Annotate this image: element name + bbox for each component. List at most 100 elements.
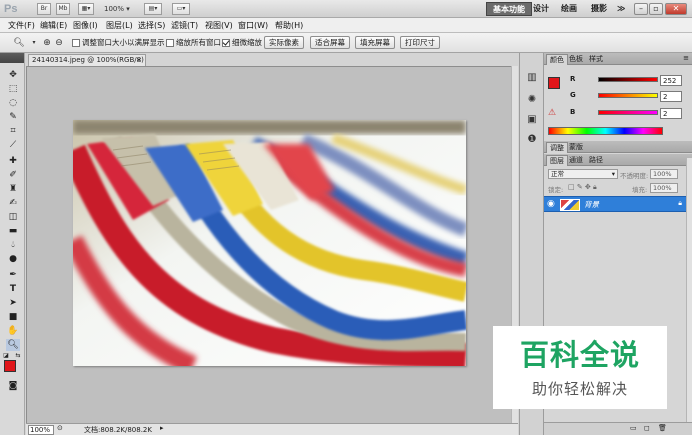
foreground-color-swatch[interactable]: [4, 360, 16, 372]
panel-menu-icon[interactable]: ≡: [683, 54, 689, 62]
checkbox-box: [222, 39, 230, 47]
document-tab[interactable]: 24140314.jpeg @ 100%(RGB/8) ×: [28, 54, 146, 66]
hand-tool-icon[interactable]: ✋: [6, 325, 20, 337]
tab-styles[interactable]: 样式: [586, 54, 606, 65]
screen-mode-icon[interactable]: ▭▾: [172, 3, 190, 15]
workspace-painting[interactable]: 绘画: [555, 2, 583, 16]
view-extras-icon[interactable]: ▦▾: [78, 3, 94, 15]
red-value-field[interactable]: 252: [660, 75, 682, 86]
menu-image[interactable]: 图像(I): [73, 19, 98, 32]
scrubby-zoom-checkbox[interactable]: 细微缩放: [222, 38, 262, 48]
checkbox-label: 细微缩放: [232, 38, 262, 47]
checkbox-box: [166, 39, 174, 47]
opacity-field[interactable]: 100%: [650, 169, 678, 179]
info-panel-icon[interactable]: ❶: [525, 133, 539, 147]
zoom-tool-preset-icon[interactable]: 🔍︎: [12, 36, 26, 50]
menu-window[interactable]: 窗口(W): [238, 19, 268, 32]
fill-field[interactable]: 100%: [650, 183, 678, 193]
zoom-level-dropdown[interactable]: 100% ▾: [104, 3, 138, 15]
quick-mask-icon[interactable]: ◙: [6, 380, 20, 392]
history-panel-icon[interactable]: ▥: [525, 71, 539, 85]
red-slider[interactable]: [598, 77, 658, 82]
crop-tool-icon[interactable]: ⌗: [6, 125, 20, 137]
zoom-out-icon[interactable]: ⊖: [52, 36, 66, 50]
brush-tool-icon[interactable]: ✐: [6, 169, 20, 181]
trash-icon[interactable]: 🗑︎: [658, 424, 667, 432]
tab-adjustments[interactable]: 调整: [546, 142, 568, 153]
path-selection-tool-icon[interactable]: ➤: [6, 297, 20, 309]
menu-layer[interactable]: 图层(L): [106, 19, 133, 32]
move-tool-icon[interactable]: ✥: [6, 69, 20, 81]
workspace-photography[interactable]: 摄影: [585, 2, 613, 16]
lasso-tool-icon[interactable]: ◌: [6, 97, 20, 109]
green-value-field[interactable]: 2: [660, 91, 682, 102]
fit-screen-button[interactable]: 适合屏幕: [310, 36, 350, 49]
menu-help[interactable]: 帮助(H): [275, 19, 303, 32]
panel-grip[interactable]: [0, 53, 24, 63]
menu-edit[interactable]: 编辑(E): [40, 19, 67, 32]
new-group-icon[interactable]: ▭: [630, 424, 637, 432]
tab-masks[interactable]: 蒙版: [566, 142, 586, 153]
status-menu-icon[interactable]: ▸: [160, 424, 164, 432]
canvas-area[interactable]: [26, 66, 518, 424]
shape-tool-icon[interactable]: ■: [6, 311, 20, 323]
menu-filter[interactable]: 滤镜(T): [171, 19, 198, 32]
marquee-tool-icon[interactable]: ⬚: [6, 83, 20, 95]
arrange-documents-icon[interactable]: ▤▾: [144, 3, 162, 15]
navigator-panel-icon[interactable]: ▣: [525, 113, 539, 127]
dodge-tool-icon[interactable]: ●: [6, 253, 20, 265]
gradient-tool-icon[interactable]: ▬: [6, 225, 20, 237]
eyedropper-tool-icon[interactable]: ⟋: [6, 139, 20, 151]
tab-swatches[interactable]: 色板: [566, 54, 586, 65]
more-workspaces-icon[interactable]: ≫: [611, 2, 631, 16]
mini-bridge-icon[interactable]: Mb: [56, 3, 70, 15]
layers-scrollbar[interactable]: [686, 158, 692, 424]
gamut-warning-icon[interactable]: ⚠: [548, 108, 556, 118]
color-spectrum-bar[interactable]: [548, 127, 663, 135]
tab-color[interactable]: 颜色: [546, 54, 568, 65]
chevron-down-icon[interactable]: ▾: [27, 36, 41, 50]
green-slider[interactable]: [598, 93, 658, 98]
chevron-down-icon: ▾: [611, 170, 615, 178]
tab-layers[interactable]: 图层: [546, 155, 568, 166]
workspace-essentials[interactable]: 基本功能: [486, 2, 532, 16]
blend-mode-select[interactable]: 正常 ▾: [548, 169, 618, 179]
close-button[interactable]: ✕: [665, 3, 687, 15]
blue-slider[interactable]: [598, 110, 658, 115]
status-info-icon[interactable]: ⊙: [57, 424, 63, 432]
eye-icon[interactable]: ◉: [547, 199, 555, 209]
type-tool-icon[interactable]: T: [6, 283, 20, 295]
layer-row-background[interactable]: ◉ 背景 🔒︎: [544, 196, 686, 212]
history-brush-tool-icon[interactable]: ✍: [6, 197, 20, 209]
print-size-button[interactable]: 打印尺寸: [400, 36, 440, 49]
resize-windows-to-fit-checkbox[interactable]: 调整窗口大小以满屏显示: [72, 38, 165, 48]
document-image[interactable]: [73, 120, 466, 366]
zoom-all-windows-checkbox[interactable]: 缩放所有窗口: [166, 38, 221, 48]
network-cables-photo: [73, 120, 466, 366]
new-layer-icon[interactable]: ◻: [644, 424, 650, 432]
layer-name[interactable]: 背景: [584, 199, 599, 211]
tab-channels[interactable]: 通道: [566, 155, 586, 166]
close-tab-icon[interactable]: ×: [136, 55, 142, 66]
foreground-color-preview[interactable]: [548, 77, 560, 89]
minimize-button[interactable]: –: [634, 3, 648, 15]
pen-tool-icon[interactable]: ✒: [6, 269, 20, 281]
eraser-tool-icon[interactable]: ◫: [6, 211, 20, 223]
maximize-button[interactable]: ▫: [649, 3, 663, 15]
bridge-icon[interactable]: Br: [37, 3, 51, 15]
tab-paths[interactable]: 路径: [586, 155, 606, 166]
menu-view[interactable]: 视图(V): [205, 19, 233, 32]
quick-selection-tool-icon[interactable]: ✎: [6, 111, 20, 123]
blue-value-field[interactable]: 2: [660, 108, 682, 119]
blur-tool-icon[interactable]: 💧︎: [6, 239, 20, 251]
actions-panel-icon[interactable]: ✺: [525, 93, 539, 107]
clone-stamp-tool-icon[interactable]: ♜: [6, 183, 20, 195]
workspace-design[interactable]: 设计: [527, 2, 555, 16]
actual-pixels-button[interactable]: 实际像素: [264, 36, 304, 49]
fill-screen-button[interactable]: 填充屏幕: [355, 36, 395, 49]
menu-select[interactable]: 选择(S): [138, 19, 165, 32]
lock-icons[interactable]: □ ✎ ✥ 🔒︎: [568, 183, 597, 192]
menu-file[interactable]: 文件(F): [8, 19, 35, 32]
healing-brush-tool-icon[interactable]: ✚: [6, 155, 20, 167]
zoom-percent-field[interactable]: 100%: [28, 425, 54, 435]
